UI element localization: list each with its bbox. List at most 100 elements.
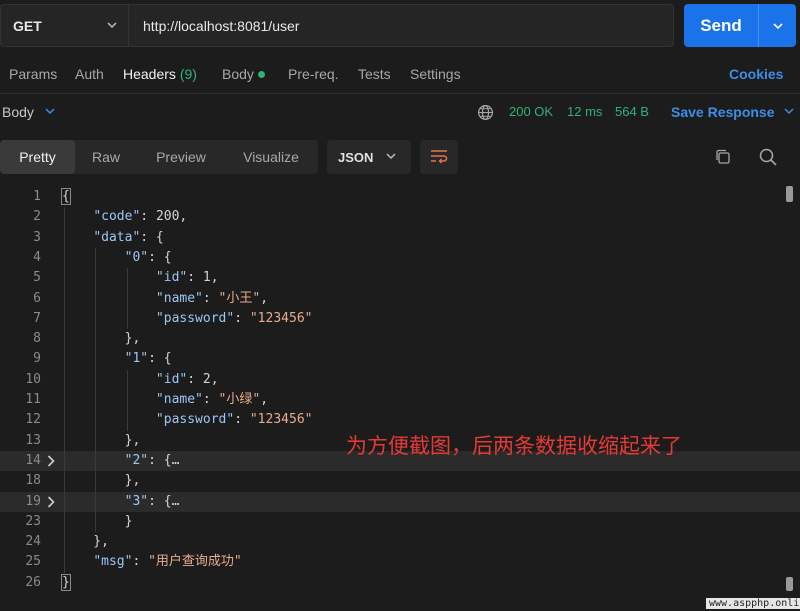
- line-number: 14: [25, 452, 41, 468]
- indent-guide: [126, 268, 128, 330]
- line-number: 26: [25, 574, 41, 590]
- tab-settings-label: Settings: [410, 66, 461, 82]
- tab-auth-label: Auth: [75, 66, 104, 82]
- format-label: JSON: [338, 149, 374, 165]
- code-text: "2": {…: [62, 451, 180, 471]
- url-input[interactable]: [128, 4, 674, 47]
- code-text: "id": 1,: [62, 268, 219, 288]
- code-line: 1{: [0, 187, 800, 207]
- tab-visualize[interactable]: Visualize: [234, 140, 308, 174]
- code-line: 23 }: [0, 512, 800, 532]
- code-token: ,: [210, 270, 219, 286]
- line-number: 24: [25, 534, 41, 550]
- code-token: "password": [155, 412, 235, 428]
- code-token: ,: [260, 392, 269, 407]
- tab-headers-label: Headers: [123, 66, 176, 82]
- method-label: GET: [13, 17, 42, 34]
- code-token: "小绿": [218, 392, 261, 407]
- code-text: {: [61, 187, 71, 207]
- code-token: :: [234, 412, 250, 428]
- code-token: },: [62, 331, 141, 347]
- response-body-dropdown[interactable]: Body: [2, 104, 56, 120]
- code-token: "code": [93, 209, 141, 225]
- code-token: 200: [155, 209, 180, 225]
- cookies-link[interactable]: Cookies: [729, 66, 783, 82]
- code-line: 7 "password": "123456": [0, 309, 800, 329]
- line-number: 10: [25, 371, 41, 387]
- code-token: :: [202, 392, 219, 407]
- tab-tests[interactable]: Tests: [358, 66, 391, 82]
- wrap-lines-button[interactable]: [420, 140, 458, 174]
- line-number: 25: [25, 554, 41, 570]
- code-token: "name": [155, 290, 203, 306]
- chevron-down-icon: [44, 104, 56, 120]
- tab-settings[interactable]: Settings: [410, 66, 461, 82]
- code-line: 12 "password": "123456": [0, 410, 800, 430]
- status-code[interactable]: 200 OK: [509, 104, 553, 119]
- line-number: 9: [33, 351, 41, 367]
- code-line: 8 },: [0, 329, 800, 349]
- code-token: : {: [148, 452, 172, 468]
- line-number: 13: [25, 432, 41, 448]
- method-select[interactable]: GET: [0, 4, 128, 47]
- tab-auth[interactable]: Auth: [75, 66, 104, 82]
- code-text: "password": "123456": [62, 309, 313, 329]
- indent-guide: [126, 369, 128, 431]
- indent-guide: [95, 247, 97, 533]
- code-line: 24 },: [0, 532, 800, 552]
- code-token: "2": [124, 452, 149, 468]
- tab-pre-request[interactable]: Pre-req.: [288, 66, 339, 82]
- code-token: "name": [155, 392, 203, 407]
- response-time[interactable]: 12 ms: [567, 104, 602, 119]
- code-token: ,: [260, 290, 269, 306]
- tab-body[interactable]: Body: [222, 66, 265, 82]
- response-code-editor[interactable]: 1{2 "code": 200, 3 "data": {4 "0": {5 "id…: [0, 186, 800, 596]
- line-number: 19: [25, 493, 41, 509]
- annotation-text: 为方便截图，后两条数据收缩起来了: [346, 434, 682, 458]
- code-token: "3": [124, 493, 149, 509]
- code-token: "id": [155, 371, 188, 387]
- code-line: 10 "id": 2,: [0, 370, 800, 390]
- code-token: "123456": [249, 412, 313, 428]
- format-select[interactable]: JSON: [327, 140, 411, 174]
- send-options-icon[interactable]: [759, 20, 796, 32]
- code-text: "0": {: [62, 248, 172, 268]
- code-token: :: [140, 209, 156, 225]
- code-token: ,: [210, 371, 219, 387]
- send-button[interactable]: Send: [684, 4, 796, 47]
- tab-params[interactable]: Params: [9, 66, 57, 82]
- code-text: },: [62, 471, 141, 491]
- code-token: :: [132, 554, 149, 570]
- code-line: 9 "1": {: [0, 349, 800, 369]
- response-size[interactable]: 564 B: [615, 104, 649, 119]
- line-number: 3: [33, 229, 41, 245]
- code-line: 18 },: [0, 471, 800, 491]
- search-icon[interactable]: [758, 147, 778, 170]
- tab-pretty[interactable]: Pretty: [0, 140, 75, 174]
- line-number: 8: [33, 331, 41, 347]
- divider: [0, 93, 800, 94]
- save-response-button[interactable]: Save Response: [671, 104, 795, 120]
- code-token: "msg": [93, 554, 133, 570]
- send-label: Send: [700, 15, 742, 35]
- indent-guide: [64, 207, 65, 573]
- tab-preview[interactable]: Preview: [148, 140, 214, 174]
- code-text: "code": 200,: [62, 207, 187, 227]
- tab-raw[interactable]: Raw: [83, 140, 129, 174]
- copy-icon[interactable]: [714, 148, 732, 169]
- code-text: "password": "123456": [62, 410, 313, 430]
- tab-headers[interactable]: Headers (9): [123, 66, 197, 82]
- scrollbar-thumb[interactable]: [786, 186, 793, 202]
- code-token: {: [61, 188, 71, 205]
- globe-icon[interactable]: [477, 104, 494, 124]
- code-token: "1": [124, 351, 149, 367]
- code-text: "name": "小王",: [62, 289, 268, 309]
- code-token: …: [171, 452, 180, 468]
